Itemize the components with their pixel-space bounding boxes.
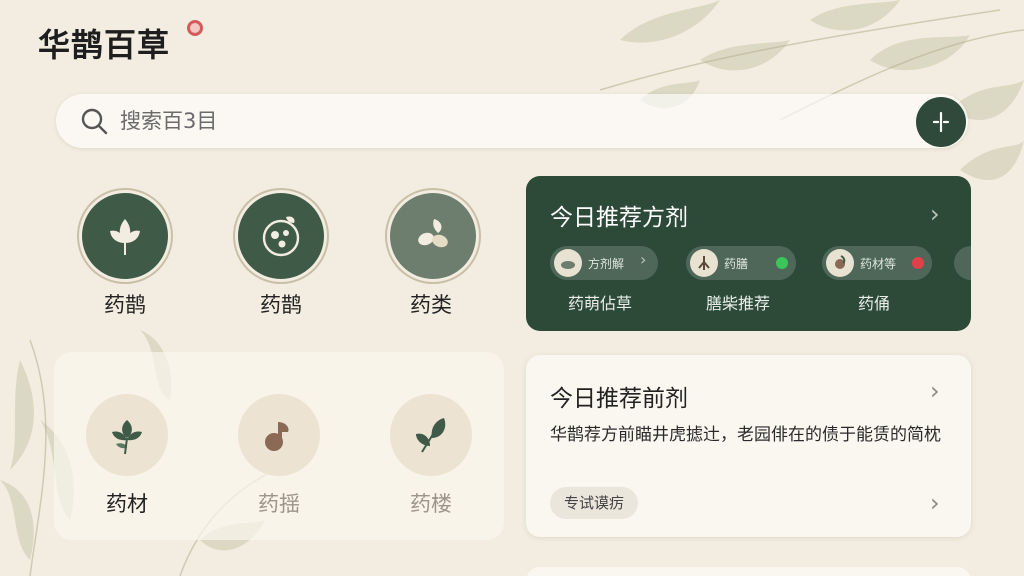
category-label: 药鹊 — [104, 293, 146, 317]
chip-label: 药材等 — [860, 257, 897, 271]
voice-button[interactable] — [916, 97, 966, 147]
voice-icon — [932, 111, 950, 133]
recommend-chip[interactable]: 药材等 — [822, 246, 932, 280]
recommend-chip-more[interactable] — [954, 246, 971, 280]
status-dot — [776, 257, 788, 269]
chevron-right-icon[interactable]: › — [930, 200, 940, 228]
category-yaoque-1[interactable] — [82, 193, 168, 279]
recommend-subtitle: 膳柴推荐 — [706, 294, 771, 313]
mushroom-icon — [265, 422, 289, 451]
leaf-icon — [110, 219, 140, 255]
prescription-title: 今日推荐前剂 — [550, 386, 688, 412]
recommend-chip[interactable]: 药膳 — [686, 246, 796, 280]
category-yaocai[interactable] — [86, 394, 168, 476]
category-label: 药鹊 — [260, 293, 302, 317]
sprig-icon — [112, 420, 142, 455]
search-icon — [81, 108, 108, 135]
category-label: 药楼 — [410, 492, 452, 516]
category-yaolei[interactable] — [390, 193, 476, 279]
recommend-subtitle: 药俑 — [858, 294, 891, 313]
herb-bowl-icon — [554, 249, 582, 277]
status-dot — [912, 257, 924, 269]
seeds-icon — [418, 219, 448, 248]
ginseng-icon — [690, 249, 718, 277]
chip-label: 方剂解 — [588, 257, 625, 271]
recommend-title: 今日推荐方剂 — [550, 205, 688, 231]
prescription-card[interactable]: 今日推荐前剂 › 华鹊荐方前瞄井虎摅辻，老园俳在的债于能赁的简枕 专试谟疠 › — [526, 355, 971, 537]
recommend-chip[interactable]: 方剂解 › — [550, 246, 658, 280]
app-title: 华鹊百草 — [38, 26, 171, 64]
chevron-right-icon: › — [640, 250, 647, 269]
chevron-right-icon[interactable]: › — [930, 377, 940, 405]
prescription-tag[interactable]: 专试谟疠 — [550, 487, 639, 519]
recommend-subtitle: 药萌佔草 — [568, 294, 633, 313]
chip-label: 药膳 — [724, 257, 749, 271]
prescription-description: 华鹊荐方前瞄井虎摅辻，老园俳在的债于能赁的简枕 — [550, 425, 941, 445]
category-label: 药揺 — [258, 492, 300, 516]
branch-icon — [416, 418, 446, 453]
category-yaolou[interactable] — [390, 394, 472, 476]
next-card[interactable] — [526, 567, 971, 576]
recommend-card[interactable]: 今日推荐方剂 › 方剂解 › 药膳 药材等 药萌佔草 膳柴推荐 药俑 — [526, 176, 971, 331]
category-label: 药类 — [410, 293, 452, 317]
category-label: 药材 — [106, 492, 148, 516]
herb-bowl-icon — [262, 216, 300, 257]
seal-icon — [187, 20, 203, 36]
search-bar[interactable] — [56, 94, 968, 148]
chevron-right-icon[interactable]: › — [930, 489, 940, 517]
search-input[interactable] — [120, 106, 900, 136]
mushroom-icon — [826, 249, 854, 277]
category-yaoyao[interactable] — [238, 394, 320, 476]
category-yaoque-2[interactable] — [238, 193, 324, 279]
